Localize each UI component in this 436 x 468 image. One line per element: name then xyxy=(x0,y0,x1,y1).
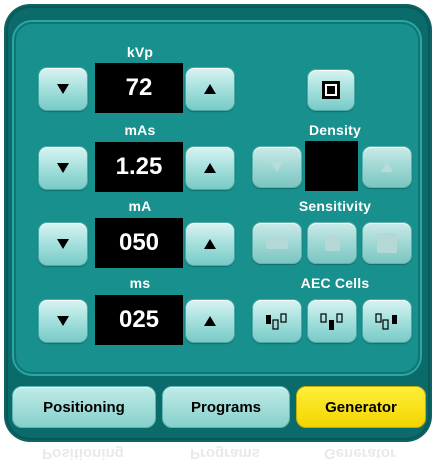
arrow-up-icon xyxy=(204,239,216,249)
ms-label: ms xyxy=(129,275,151,291)
density-label: Density xyxy=(309,122,361,138)
arrow-down-icon xyxy=(57,239,69,249)
sensitivity-low-button[interactable] xyxy=(252,222,302,264)
ms-decrease-button[interactable] xyxy=(38,299,88,343)
mas-increase-button[interactable] xyxy=(185,146,235,190)
ms-display: 025 xyxy=(95,295,183,345)
ma-decrease-button[interactable] xyxy=(38,222,88,266)
arrow-up-icon xyxy=(381,162,393,172)
density-decrease-button[interactable] xyxy=(252,146,302,188)
ms-increase-button[interactable] xyxy=(185,299,235,343)
aec-toggle-button[interactable] xyxy=(307,69,355,111)
aec-cell-left-button[interactable] xyxy=(252,299,302,343)
reflection-positioning: Positioning xyxy=(42,445,124,463)
arrow-down-icon xyxy=(57,316,69,326)
kvp-label: kVp xyxy=(126,44,154,60)
ma-label: mA xyxy=(128,198,152,214)
mas-display: 1.25 xyxy=(95,142,183,192)
ma-display: 050 xyxy=(95,218,183,268)
aec-cells-label: AEC Cells xyxy=(300,275,370,291)
aec-cell-left-icon xyxy=(266,313,287,330)
reflection-programs: Programs xyxy=(189,445,261,463)
arrow-up-icon xyxy=(204,84,216,94)
ma-increase-button[interactable] xyxy=(185,222,235,266)
aec-cell-center-icon xyxy=(320,313,343,330)
page: { "controls": { "kvp": {"label": "kVp", … xyxy=(0,0,436,468)
aec-cell-right-icon xyxy=(375,313,397,330)
kvp-display: 72 xyxy=(95,63,183,113)
kvp-increase-button[interactable] xyxy=(185,67,235,111)
tab-positioning[interactable]: Positioning xyxy=(12,386,156,428)
sensitivity-label: Sensitivity xyxy=(298,198,372,214)
density-display xyxy=(305,141,358,191)
arrow-up-icon xyxy=(204,163,216,173)
reflection-generator: Generator xyxy=(324,445,396,463)
aec-cell-right-button[interactable] xyxy=(362,299,412,343)
arrow-down-icon xyxy=(57,84,69,94)
sensitivity-low-icon xyxy=(266,237,288,249)
arrow-up-icon xyxy=(204,316,216,326)
aec-cell-center-button[interactable] xyxy=(307,299,357,343)
mas-label: mAs xyxy=(124,122,156,138)
mas-decrease-button[interactable] xyxy=(38,146,88,190)
sensitivity-medium-button[interactable] xyxy=(307,222,357,264)
sensitivity-high-icon xyxy=(377,233,397,253)
square-frame-icon xyxy=(322,81,340,99)
arrow-down-icon xyxy=(271,162,283,172)
tab-generator[interactable]: Generator xyxy=(296,386,426,428)
arrow-down-icon xyxy=(57,163,69,173)
kvp-decrease-button[interactable] xyxy=(38,67,88,111)
density-increase-button[interactable] xyxy=(362,146,412,188)
tab-programs[interactable]: Programs xyxy=(162,386,290,428)
sensitivity-medium-icon xyxy=(324,235,340,251)
sensitivity-high-button[interactable] xyxy=(362,222,412,264)
